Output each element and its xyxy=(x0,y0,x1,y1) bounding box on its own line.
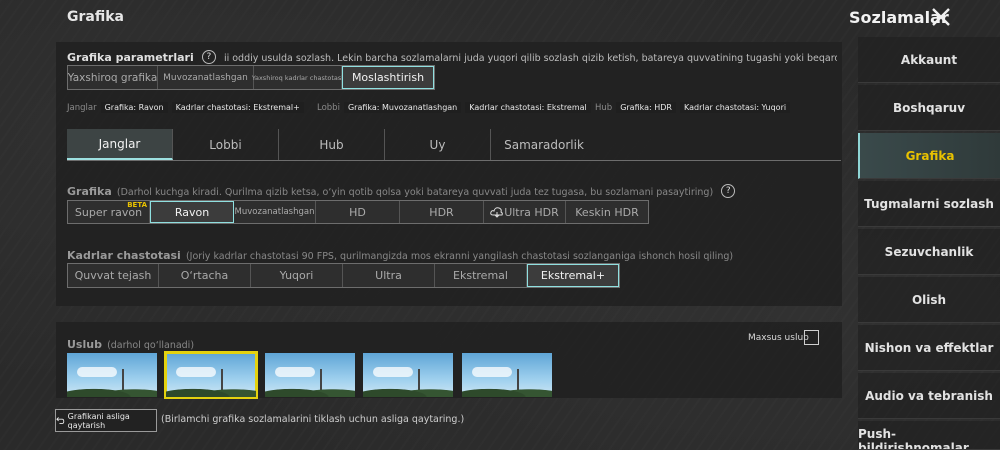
graphics-params-desc: ii oddiy usulda sozlash. Lekin barcha so… xyxy=(223,53,837,64)
style-thumbnail-selected[interactable] xyxy=(164,351,258,399)
style-row-label: Uslub (darhol qo‘llanadi) xyxy=(67,333,194,352)
framerate-selector: Quvvat tejash O‘rtacha Yuqori Ultra Ekst… xyxy=(67,263,620,288)
preset-better-graphics[interactable]: Yaxshiroq grafika xyxy=(68,66,158,89)
summary-tag: Grafika: Muvozanatlashgan xyxy=(343,102,462,113)
reset-button-label: Grafikani asliga qaytarish xyxy=(67,411,130,430)
graphics-row-label: Grafika (Darhol kuchga kiradi. Qurilma q… xyxy=(67,180,738,199)
style-thumbnail[interactable] xyxy=(265,353,355,397)
summary-battle: Janglar Grafika: Ravon Kadrlar chastotasi:… xyxy=(67,95,304,114)
tab-home[interactable]: Uy xyxy=(385,129,491,160)
reset-note: (Birlamchi grafika sozlamalarini tiklash… xyxy=(161,414,465,425)
help-icon[interactable]: ? xyxy=(721,183,736,198)
tab-lobby[interactable]: Lobbi xyxy=(173,129,279,160)
sidebar-item-account[interactable]: Akkaunt xyxy=(858,37,1000,83)
page-title: Grafika xyxy=(67,9,124,25)
undo-icon xyxy=(56,417,65,424)
summary-tag: Kadrlar chastotasi: Yuqori xyxy=(679,102,791,113)
graphics-option[interactable]: Super ravon BETA xyxy=(68,201,150,223)
beta-badge: BETA xyxy=(127,201,147,209)
custom-style-checkbox[interactable] xyxy=(804,330,819,345)
reset-graphics-button[interactable]: Grafikani asliga qaytarish xyxy=(55,409,157,432)
graphics-selector: Super ravon BETA Ravon Muvozanatlashgan H… xyxy=(67,200,649,224)
mode-tabs: Janglar Lobbi Hub Uy Samaradorlik xyxy=(67,129,841,161)
style-note: (darhol qo‘llanadi) xyxy=(107,340,195,351)
graphics-option[interactable]: Ravon xyxy=(150,201,234,223)
framerate-option[interactable]: Ekstremal+ xyxy=(527,264,619,287)
framerate-option[interactable]: Ekstremal xyxy=(435,264,527,287)
tab-performance[interactable]: Samaradorlik xyxy=(491,129,597,160)
summary-tag: Kadrlar chastotasi: Ekstremal xyxy=(465,102,591,113)
graphics-label: Grafika xyxy=(67,185,112,198)
tab-hub[interactable]: Hub xyxy=(279,129,385,160)
sidebar-item-sensitivity[interactable]: Sezuvchanlik xyxy=(858,229,1000,275)
graphics-params-label: Grafika parametrlari xyxy=(67,51,194,64)
style-label: Uslub xyxy=(67,338,102,351)
framerate-label: Kadrlar chastotasi xyxy=(67,249,181,262)
option-label: Ultra HDR xyxy=(504,205,559,219)
summary-hub: Hub Grafika: HDR Kadrlar chastotasi: Yuqor… xyxy=(595,95,791,114)
preset-better-framerate[interactable]: Yaxshiroq kadrlar chastotasi xyxy=(252,66,343,89)
summary-battle-label: Janglar xyxy=(67,103,97,113)
graphics-option[interactable]: Muvozanatlashgan xyxy=(234,201,316,223)
framerate-desc: (Joriy kadrlar chastotasi 90 FPS, qurilm… xyxy=(185,251,734,262)
graphics-option[interactable]: HD xyxy=(316,201,400,223)
sidebar-item-controls[interactable]: Boshqaruv xyxy=(858,85,1000,131)
preset-customize[interactable]: Moslashtirish xyxy=(342,66,434,89)
sidebar-item-crosshair-effects[interactable]: Nishon va effektlar xyxy=(858,325,1000,371)
framerate-option[interactable]: O‘rtacha xyxy=(159,264,251,287)
summary-lobby: Lobbi Grafika: Muvozanatlashgan Kadrlar ch… xyxy=(317,95,591,114)
framerate-option[interactable]: Yuqori xyxy=(251,264,343,287)
summary-tag: Grafika: Ravon xyxy=(100,102,168,113)
sidebar-item-pickup[interactable]: Olish xyxy=(858,277,1000,323)
summary-hub-label: Hub xyxy=(595,103,613,113)
preset-balanced[interactable]: Muvozanatlashgan xyxy=(158,66,254,89)
graphics-option[interactable]: Keskin HDR xyxy=(566,201,648,223)
settings-sidebar: Akkaunt Boshqaruv Grafika Tugmalarni soz… xyxy=(858,37,1000,450)
preset-selector: Yaxshiroq grafika Muvozanatlashgan Yaxsh… xyxy=(67,65,435,90)
summary-tag: Grafika: HDR xyxy=(616,102,676,113)
graphics-option[interactable]: Ultra HDR xyxy=(484,201,566,223)
custom-style-label: Maxsus uslub xyxy=(748,333,809,343)
style-thumbnail[interactable] xyxy=(67,353,157,397)
summary-lobby-label: Lobbi xyxy=(317,103,340,113)
help-icon[interactable]: ? xyxy=(201,49,216,64)
sidebar-item-customize-buttons[interactable]: Tugmalarni sozlash xyxy=(858,181,1000,227)
graphics-params-row: Grafika parametrlari ? ii oddiy usulda s… xyxy=(67,46,837,65)
sidebar-item-push-notifications[interactable]: Push-bildirishnomalar xyxy=(858,421,1000,450)
style-thumbnail[interactable] xyxy=(462,353,552,397)
graphics-desc: (Darhol kuchga kiradi. Qurilma qizib ket… xyxy=(116,187,714,198)
sidebar-item-audio-vibration[interactable]: Audio va tebranish xyxy=(858,373,1000,419)
style-thumbnail[interactable] xyxy=(363,353,453,397)
graphics-option[interactable]: HDR xyxy=(400,201,484,223)
framerate-option[interactable]: Ultra xyxy=(343,264,435,287)
framerate-row-label: Kadrlar chastotasi (Joriy kadrlar chasto… xyxy=(67,244,733,263)
close-icon[interactable] xyxy=(930,6,952,28)
summary-tag: Kadrlar chastotasi: Ekstremal+ xyxy=(171,102,304,113)
framerate-option[interactable]: Quvvat tejash xyxy=(68,264,159,287)
tab-battle[interactable]: Janglar xyxy=(67,129,173,160)
cloud-download-icon xyxy=(490,207,504,218)
sidebar-item-graphics[interactable]: Grafika xyxy=(858,133,1000,179)
